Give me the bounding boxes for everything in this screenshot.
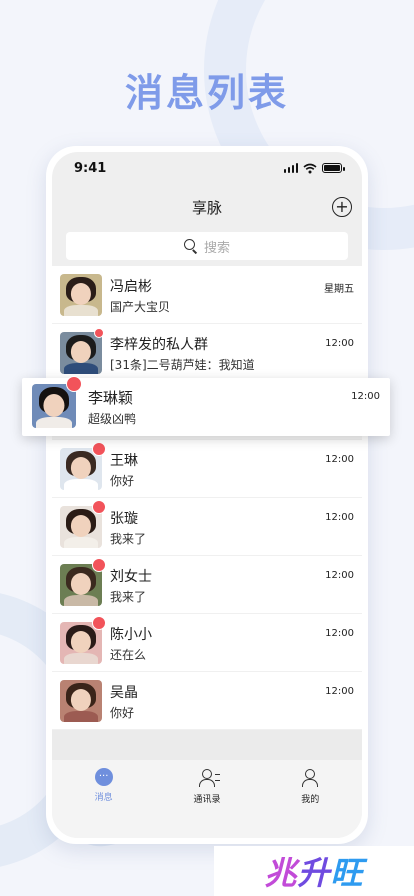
- chat-time: 星期五: [324, 284, 354, 295]
- brand-char: 兆: [264, 854, 298, 892]
- chat-name: 冯启彬: [110, 279, 152, 295]
- chat-message: [31条]二号葫芦娃：我知道: [110, 358, 255, 372]
- chat-name: 陈小小: [110, 627, 152, 643]
- chat-message: 我来了: [110, 532, 147, 546]
- tab-label: 消息: [94, 793, 113, 803]
- chat-name: 张璇: [110, 511, 138, 527]
- message-icon: ···: [94, 768, 113, 786]
- status-icons: [283, 163, 345, 174]
- signal-icon: [283, 163, 298, 173]
- chat-row[interactable]: 王琳 你好 12:00: [52, 440, 362, 498]
- avatar: [60, 274, 102, 316]
- chat-message: 你好: [110, 706, 135, 720]
- chat-name: 李梓发的私人群: [110, 337, 208, 353]
- plus-icon: +: [335, 197, 349, 216]
- avatar: [60, 332, 102, 374]
- tab-label: 我的: [301, 795, 320, 805]
- floating-chat-row[interactable]: 李琳颖 超级凶鸭 12:00: [22, 376, 390, 436]
- profile-icon: [300, 768, 320, 788]
- avatar: [60, 680, 102, 722]
- chat-name: 吴晶: [110, 685, 138, 701]
- wifi-icon: [303, 163, 317, 173]
- chat-row[interactable]: 陈小小 还在么 12:00: [52, 614, 362, 672]
- list-empty-area: [52, 730, 362, 762]
- nav-title: 享脉: [191, 198, 222, 217]
- phone-frame: 9:41 享脉 + 搜索 冯启彬 国产大宝贝 星期五 李梓发的私人群 [31条]…: [46, 146, 368, 844]
- chat-time: 12:00: [325, 512, 354, 523]
- search-placeholder: 搜索: [203, 240, 230, 256]
- tab-contacts[interactable]: 通讯录: [167, 768, 247, 805]
- chat-list: 冯启彬 国产大宝贝 星期五 李梓发的私人群 [31条]二号葫芦娃：我知道 12:…: [52, 266, 362, 762]
- tab-bar: ··· 消息 通讯录 我的: [52, 760, 362, 838]
- unread-dot: [92, 558, 106, 572]
- phone-screen: 9:41 享脉 + 搜索 冯启彬 国产大宝贝 星期五 李梓发的私人群 [31条]…: [52, 152, 362, 838]
- battery-icon: [322, 163, 345, 173]
- brand-char: 旺: [330, 854, 364, 892]
- chat-row[interactable]: 冯启彬 国产大宝贝 星期五: [52, 266, 362, 324]
- chat-row[interactable]: 张璇 我来了 12:00: [52, 498, 362, 556]
- unread-dot: [66, 376, 82, 392]
- chat-message: 超级凶鸭: [88, 412, 137, 426]
- page-heading: 消息列表: [124, 71, 289, 115]
- nav-bar: 享脉 +: [52, 188, 362, 226]
- status-time: 9:41: [74, 160, 107, 176]
- chat-name: 李琳颖: [88, 389, 134, 407]
- tab-messages[interactable]: ··· 消息: [64, 768, 144, 803]
- unread-dot: [92, 500, 106, 514]
- chat-time: 12:00: [325, 686, 354, 697]
- tab-profile[interactable]: 我的: [270, 768, 350, 805]
- chat-row[interactable]: 刘女士 我来了 12:00: [52, 556, 362, 614]
- contacts-icon: [197, 768, 220, 788]
- add-button[interactable]: +: [332, 197, 352, 217]
- search-icon: [183, 239, 198, 253]
- chat-time: 12:00: [325, 628, 354, 639]
- chat-message: 国产大宝贝: [110, 300, 171, 314]
- tab-label: 通讯录: [193, 795, 221, 805]
- chat-time: 12:00: [325, 454, 354, 465]
- search-input[interactable]: 搜索: [66, 232, 348, 260]
- unread-dot: [92, 616, 106, 630]
- chat-time: 12:00: [325, 570, 354, 581]
- chat-row[interactable]: 吴晶 你好 12:00: [52, 672, 362, 730]
- brand-logo: 兆 升 旺: [214, 846, 414, 896]
- chat-time: 12:00: [325, 338, 354, 349]
- chat-name: 刘女士: [110, 569, 152, 585]
- chat-row[interactable]: 李梓发的私人群 [31条]二号葫芦娃：我知道 12:00: [52, 324, 362, 382]
- chat-message: 还在么: [110, 648, 147, 662]
- unread-dot: [92, 442, 106, 456]
- chat-message: 我来了: [110, 590, 147, 604]
- chat-message: 你好: [110, 474, 135, 488]
- unread-dot: [94, 328, 104, 338]
- chat-name: 王琳: [110, 453, 138, 469]
- chat-time: 12:00: [351, 391, 380, 402]
- brand-char: 升: [297, 854, 331, 892]
- status-bar: 9:41: [52, 152, 362, 184]
